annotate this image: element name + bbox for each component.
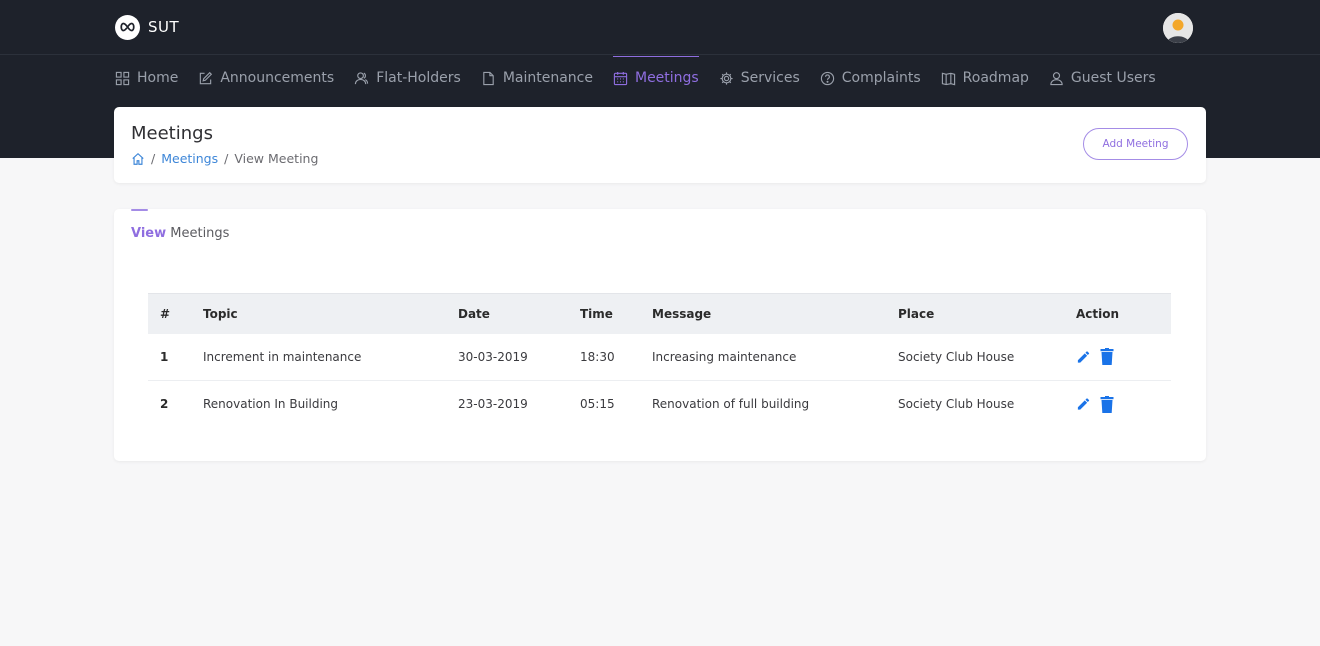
table-row: 1 Increment in maintenance 30-03-2019 18… xyxy=(148,333,1171,381)
brand[interactable]: SUT xyxy=(115,14,179,40)
grid-icon xyxy=(115,71,130,85)
nav-label: Flat-Holders xyxy=(376,70,461,86)
meeting-date: 23-03-2019 xyxy=(458,397,528,412)
meeting-message: Renovation of full building xyxy=(652,397,810,412)
breadcrumb-separator: / xyxy=(224,151,229,166)
nav-label: Roadmap xyxy=(962,70,1029,86)
table-header-row: # Topic Date Time Message Place Action xyxy=(148,293,1171,334)
column-header: Date xyxy=(446,293,568,334)
nav-item-services[interactable]: Services xyxy=(709,56,810,100)
column-header: Action xyxy=(1064,293,1171,334)
nav-label: Complaints xyxy=(841,70,921,86)
help-circle-icon xyxy=(820,71,834,85)
card-title-strong: View xyxy=(131,226,167,241)
nav-label: Maintenance xyxy=(502,70,593,86)
card-title: View Meetings xyxy=(131,226,229,241)
gear-icon xyxy=(720,71,733,85)
edit-pencil-icon[interactable] xyxy=(1076,349,1091,365)
card-title-rest: Meetings xyxy=(166,226,230,241)
edit-icon xyxy=(200,71,213,84)
main-nav: Home Announcements Flat-Holders Maintena… xyxy=(105,56,1166,100)
top-bar: SUT xyxy=(0,0,1320,55)
users-icon xyxy=(355,71,369,84)
user-icon xyxy=(1050,71,1063,85)
nav-item-announcements[interactable]: Announcements xyxy=(188,56,344,100)
nav-item-home[interactable]: Home xyxy=(105,56,188,100)
nav-label: Guest Users xyxy=(1070,70,1156,86)
map-icon xyxy=(941,72,955,85)
row-actions xyxy=(1064,381,1171,428)
user-avatar[interactable] xyxy=(1163,13,1193,43)
meeting-place: Society Club House xyxy=(886,333,1064,381)
column-header: Time xyxy=(568,293,640,334)
nav-label: Services xyxy=(740,70,800,86)
nav-label: Announcements xyxy=(220,70,335,86)
nav-item-guest-users[interactable]: Guest Users xyxy=(1039,56,1166,100)
meeting-message: Increasing maintenance xyxy=(640,333,886,381)
column-header: Message xyxy=(640,293,886,334)
file-icon xyxy=(483,71,494,85)
column-header: Topic xyxy=(191,293,446,334)
app-name: SUT xyxy=(148,18,180,36)
meeting-time: 05:15 xyxy=(580,397,615,412)
delete-trash-icon[interactable] xyxy=(1099,348,1114,366)
breadcrumb: / Meetings / View Meeting xyxy=(131,151,318,166)
meetings-table: # Topic Date Time Message Place Action 1… xyxy=(148,293,1171,428)
edit-pencil-icon[interactable] xyxy=(1076,396,1091,412)
table-row: 2 Renovation In Building 23-03-2019 05:1… xyxy=(148,381,1171,428)
meeting-place: Society Club House xyxy=(898,397,1015,412)
nav-item-meetings[interactable]: Meetings xyxy=(603,56,709,100)
column-header: Place xyxy=(886,293,1064,334)
calendar-icon xyxy=(613,71,628,85)
nav-label: Home xyxy=(137,70,179,86)
nav-item-flat-holders[interactable]: Flat-Holders xyxy=(344,56,471,100)
meeting-time: 18:30 xyxy=(568,333,640,381)
breadcrumb-separator: / xyxy=(151,151,156,166)
page-title: Meetings xyxy=(131,123,213,144)
add-meeting-button[interactable]: Add Meeting xyxy=(1083,128,1188,160)
home-icon[interactable] xyxy=(131,152,145,166)
infinity-logo-icon xyxy=(115,14,140,40)
page-header-card: Meetings / Meetings / View Meeting Add M… xyxy=(114,107,1206,183)
row-actions xyxy=(1064,333,1171,381)
nav-label: Meetings xyxy=(634,70,699,86)
meetings-card: View Meetings # Topic Date Time Message … xyxy=(114,209,1206,461)
nav-item-complaints[interactable]: Complaints xyxy=(810,56,931,100)
meeting-topic: Increment in maintenance xyxy=(191,333,446,381)
breadcrumb-current: View Meeting xyxy=(234,151,319,166)
breadcrumb-meetings-link[interactable]: Meetings xyxy=(161,151,218,166)
row-number: 1 xyxy=(148,333,191,381)
meeting-topic: Renovation In Building xyxy=(203,397,339,412)
meeting-date: 30-03-2019 xyxy=(446,333,568,381)
nav-item-roadmap[interactable]: Roadmap xyxy=(931,56,1039,100)
column-header: # xyxy=(148,293,191,334)
delete-trash-icon[interactable] xyxy=(1099,395,1114,413)
nav-item-maintenance[interactable]: Maintenance xyxy=(471,56,603,100)
row-number: 2 xyxy=(160,397,169,412)
card-accent-bar xyxy=(131,209,148,211)
